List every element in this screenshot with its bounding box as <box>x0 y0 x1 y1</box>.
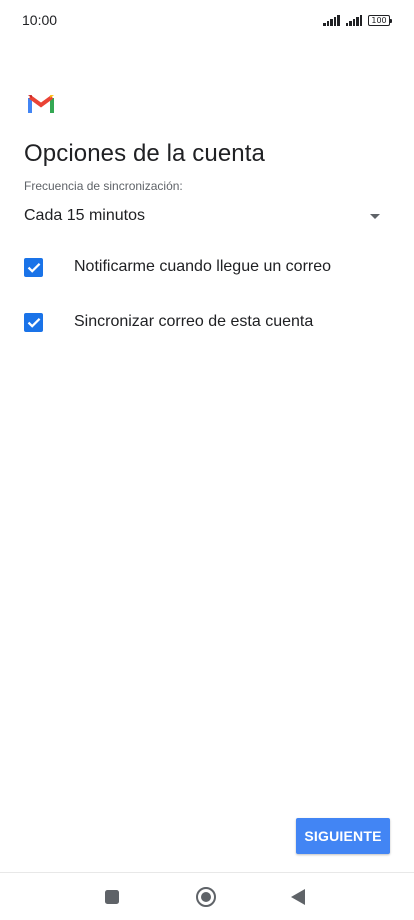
sync-frequency-value: Cada 15 minutos <box>24 207 145 224</box>
gmail-logo-icon <box>28 95 54 113</box>
page-title: Opciones de la cuenta <box>24 140 265 167</box>
recents-icon <box>105 890 119 904</box>
notify-on-email-option[interactable]: Notificarme cuando llegue un correo <box>24 250 390 284</box>
status-icons: 100 <box>323 12 392 26</box>
signal-icon <box>323 14 340 26</box>
checkmark-icon <box>27 262 40 273</box>
sync-frequency-label: Frecuencia de sincronización: <box>24 179 183 193</box>
back-icon <box>291 889 305 905</box>
status-time: 10:00 <box>22 12 58 28</box>
status-bar: 10:00 100 <box>0 0 414 40</box>
signal-icon <box>345 14 362 26</box>
recents-button[interactable] <box>100 885 124 909</box>
sync-frequency-dropdown[interactable]: Cada 15 minutos <box>24 200 390 232</box>
next-button[interactable]: SIGUIENTE <box>296 818 390 854</box>
sync-label: Sincronizar correo de esta cuenta <box>74 313 314 330</box>
notify-label: Notificarme cuando llegue un correo <box>74 258 332 275</box>
home-button[interactable] <box>194 885 218 909</box>
sync-checkbox[interactable] <box>24 312 43 332</box>
home-icon <box>196 887 216 907</box>
notify-checkbox[interactable] <box>24 257 43 277</box>
sync-account-option[interactable]: Sincronizar correo de esta cuenta <box>24 305 390 339</box>
battery-icon: 100 <box>368 15 392 26</box>
dropdown-arrow-icon <box>370 213 380 219</box>
navigation-bar <box>0 873 414 920</box>
checkmark-icon <box>27 317 40 328</box>
back-button[interactable] <box>286 885 310 909</box>
battery-level: 100 <box>371 16 387 25</box>
